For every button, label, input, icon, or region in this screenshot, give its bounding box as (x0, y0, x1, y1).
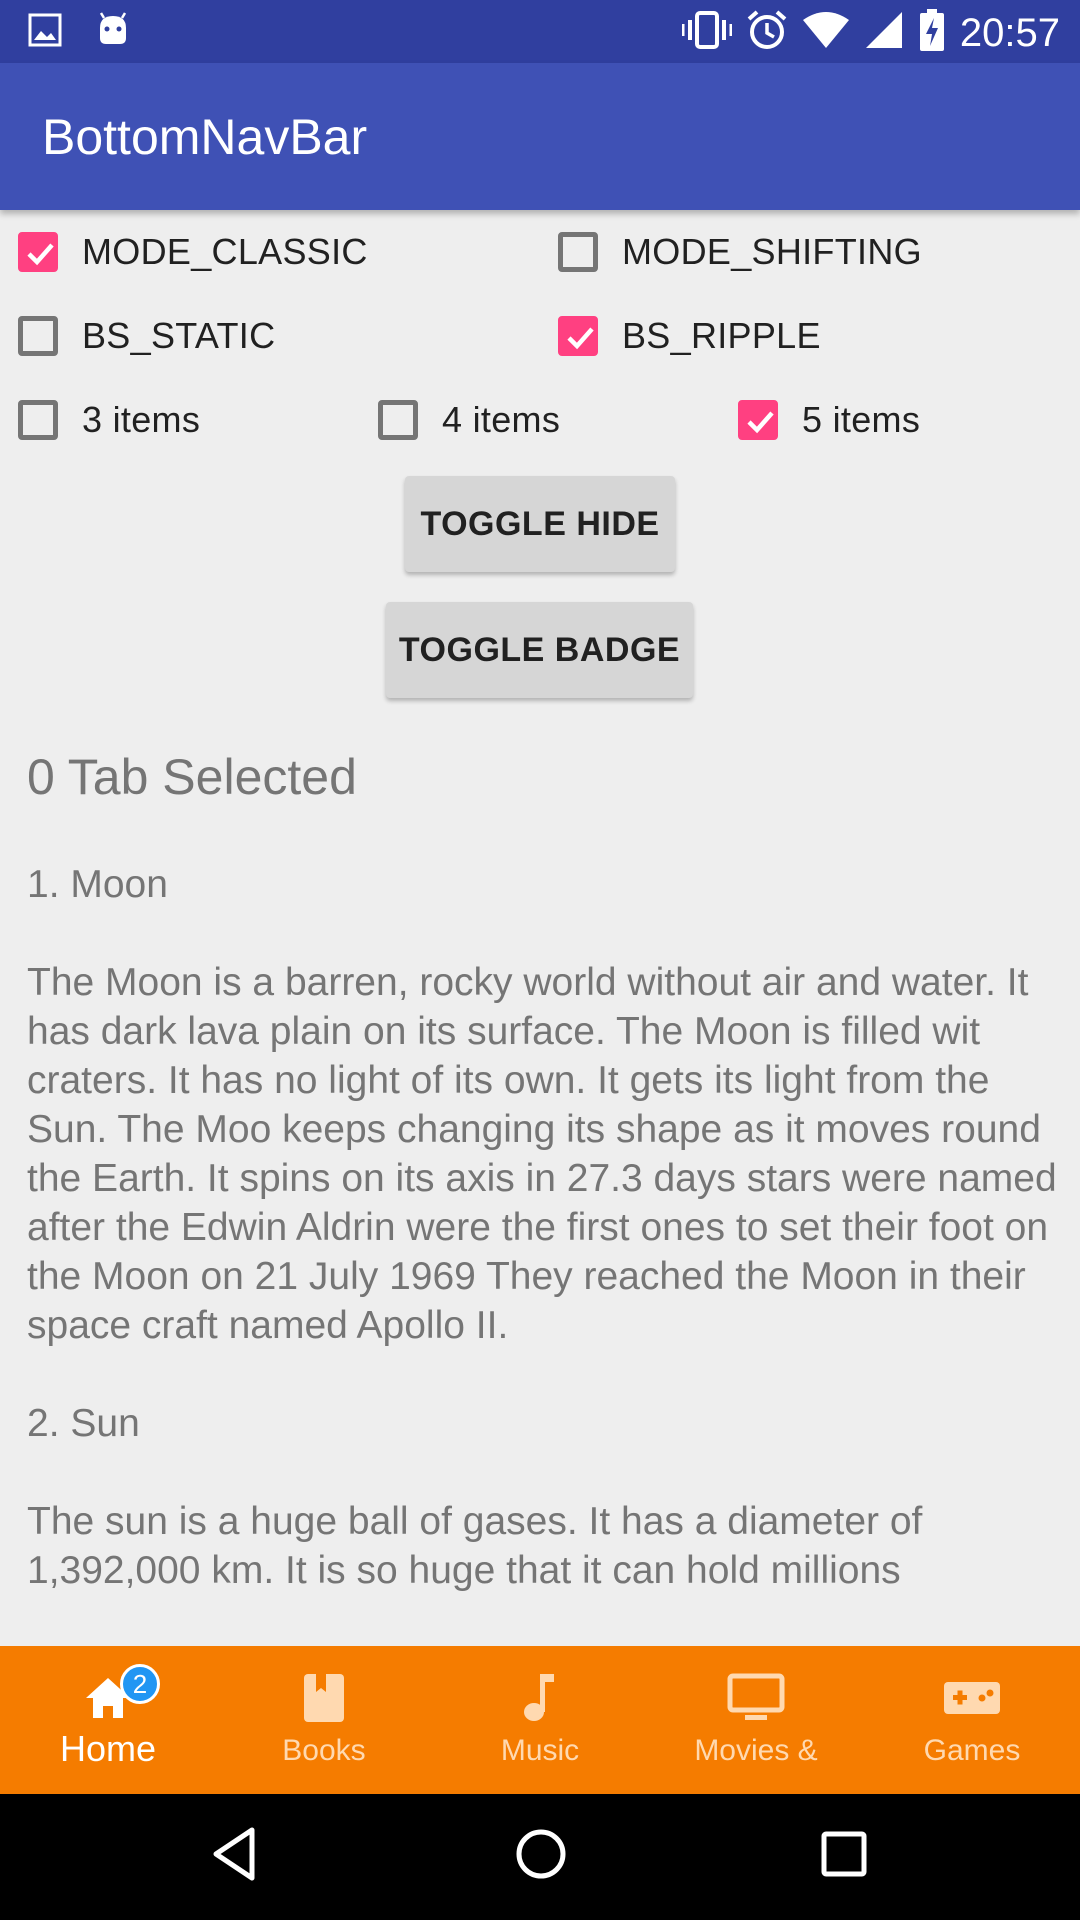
image-icon (28, 13, 62, 52)
bottom-navigation-bar: 2 Home Books Music Movies & Games (0, 1646, 1080, 1794)
notification-badge: 2 (120, 1664, 160, 1704)
checkbox-checked-icon (738, 400, 778, 440)
checkbox-unchecked-icon (378, 400, 418, 440)
items-4-label: 4 items (442, 399, 561, 440)
background-style-row: BS_STATIC BS_RIPPLE (0, 294, 1080, 378)
checkbox-unchecked-icon (558, 232, 598, 272)
mode-row: MODE_CLASSIC MODE_SHIFTING (0, 210, 1080, 294)
status-time: 20:57 (959, 10, 1060, 55)
toggle-hide-button[interactable]: TOGGLE HIDE (405, 476, 675, 572)
music-note-icon (520, 1670, 560, 1726)
nav-item-books[interactable]: Books (216, 1646, 432, 1794)
toggle-badge-button[interactable]: TOGGLE BADGE (386, 602, 693, 698)
bs-ripple-label: BS_RIPPLE (622, 315, 821, 356)
book-icon (302, 1670, 346, 1726)
android-icon (96, 12, 130, 53)
nav-label-movies: Movies & (694, 1734, 818, 1767)
nav-label-books: Books (282, 1734, 366, 1767)
checkbox-unchecked-icon (18, 316, 58, 356)
checkbox-unchecked-icon (18, 400, 58, 440)
sun-heading: 2. Sun (27, 1402, 140, 1445)
alarm-icon (746, 9, 788, 56)
items-4-checkbox[interactable]: 4 items (378, 378, 560, 462)
signal-icon (864, 10, 904, 55)
nav-label-games: Games (923, 1734, 1021, 1767)
bs-static-checkbox[interactable]: BS_STATIC (18, 294, 275, 378)
items-5-checkbox[interactable]: 5 items (738, 378, 920, 462)
tv-icon (727, 1670, 785, 1726)
checkbox-checked-icon (18, 232, 58, 272)
back-icon[interactable] (210, 1826, 258, 1887)
nav-item-music[interactable]: Music (432, 1646, 648, 1794)
nav-item-games[interactable]: Games (864, 1646, 1080, 1794)
system-navigation-bar (0, 1794, 1080, 1920)
status-bar: 20:57 (0, 0, 1080, 63)
mode-classic-checkbox[interactable]: MODE_CLASSIC (18, 210, 368, 294)
battery-charging-icon (918, 8, 946, 57)
mode-shifting-label: MODE_SHIFTING (622, 231, 922, 272)
items-3-checkbox[interactable]: 3 items (18, 378, 200, 462)
app-bar: BottomNavBar (0, 63, 1080, 210)
mode-shifting-checkbox[interactable]: MODE_SHIFTING (558, 210, 922, 294)
sun-paragraph: The sun is a huge ball of gases. It has … (27, 1500, 923, 1592)
nav-label-home: Home (59, 1728, 157, 1769)
items-count-row: 3 items 4 items 5 items (0, 378, 1080, 462)
gamepad-icon (942, 1670, 1002, 1726)
moon-paragraph: The Moon is a barren, rocky world withou… (27, 961, 1057, 1347)
items-5-label: 5 items (802, 399, 921, 440)
checkbox-checked-icon (558, 316, 598, 356)
nav-label-music: Music (500, 1734, 580, 1767)
recents-icon[interactable] (820, 1826, 868, 1887)
nav-item-movies[interactable]: Movies & (648, 1646, 864, 1794)
bs-static-label: BS_STATIC (82, 315, 276, 356)
content-scroll[interactable]: 1. Moon The Moon is a barren, rocky worl… (27, 860, 1057, 1646)
home-circle-icon[interactable] (514, 1826, 568, 1887)
moon-heading: 1. Moon (27, 863, 168, 906)
nav-item-home[interactable]: 2 Home (0, 1646, 216, 1794)
wifi-icon (802, 10, 850, 55)
vibrate-icon (681, 10, 733, 55)
mode-classic-label: MODE_CLASSIC (82, 231, 368, 272)
items-3-label: 3 items (82, 399, 201, 440)
bs-ripple-checkbox[interactable]: BS_RIPPLE (558, 294, 821, 378)
app-title: BottomNavBar (42, 109, 368, 165)
tab-selected-text: 0 Tab Selected (27, 749, 357, 805)
